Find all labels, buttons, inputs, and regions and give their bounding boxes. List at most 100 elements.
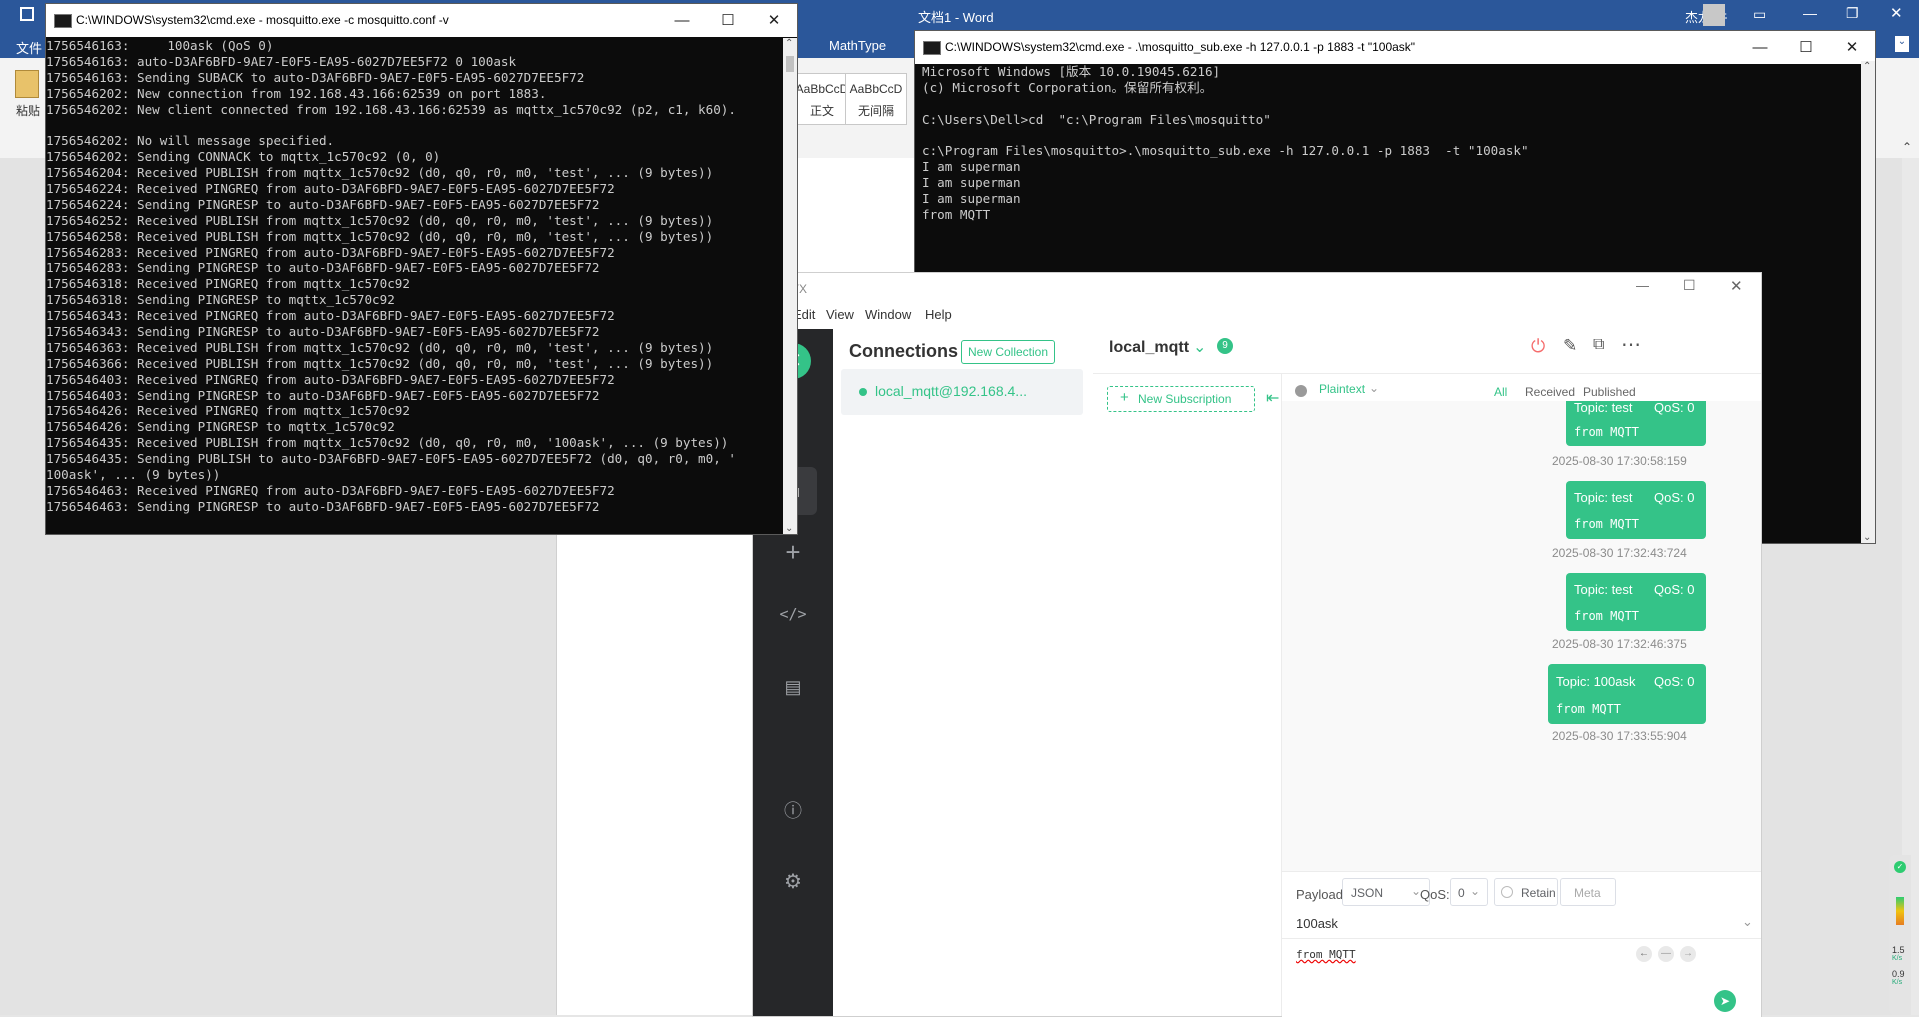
publish-area: Payload: JSON ⌄ QoS: 0 ⌄ Retain Meta 100… <box>1282 871 1761 1017</box>
close-icon[interactable]: ✕ <box>1730 277 1743 295</box>
paste-icon[interactable] <box>15 70 39 98</box>
minimize-icon[interactable]: — <box>1737 31 1783 64</box>
history-back-icon[interactable]: ← <box>1636 946 1652 962</box>
upload-unit: K/s <box>1892 955 1903 962</box>
message-payload: from MQTT <box>1574 517 1640 531</box>
log-icon[interactable]: ▤ <box>753 677 833 698</box>
disconnect-icon[interactable]: ⏻ <box>1531 336 1545 357</box>
message-bubble[interactable]: Topic: 100ask QoS: 0 from MQTT <box>1548 664 1706 724</box>
message-qos: QoS: 0 <box>1654 401 1695 415</box>
about-icon[interactable]: ⓘ <box>753 797 833 823</box>
ribbon-display-icon[interactable]: ▭ <box>1753 6 1766 23</box>
meta-button[interactable]: Meta <box>1560 878 1616 906</box>
chevrons-down-icon[interactable]: ⌄ <box>1193 337 1206 357</box>
download-unit: K/s <box>1892 979 1903 986</box>
style-no-spacing[interactable]: AaBbCcD 无间隔 <box>845 73 907 125</box>
close-icon[interactable]: ✕ <box>1890 4 1903 22</box>
scroll-thumb[interactable] <box>786 56 794 72</box>
minimize-icon[interactable]: — <box>1803 5 1817 21</box>
cmd-output[interactable]: 1756546163: 100ask (QoS 0) 1756546163: au… <box>46 38 783 534</box>
connection-detail: local_mqtt ⌄ 9 ⏻ ✎ ⧉ ⋯ + New Subscriptio… <box>1093 329 1761 1017</box>
console-line: 1756546318: Received PINGREQ from mqttx_… <box>46 276 410 292</box>
history-forward-icon[interactable]: → <box>1680 946 1696 962</box>
payload-format-select[interactable]: Plaintext <box>1319 382 1365 396</box>
menu-window[interactable]: Window <box>865 307 911 322</box>
publish-topic-input[interactable]: 100ask <box>1296 916 1338 931</box>
message-time: 2025-08-30 17:32:43:724 <box>1552 546 1687 560</box>
qos-select[interactable]: 0 ⌄ <box>1450 878 1488 906</box>
connection-item[interactable]: local_mqtt@192.168.4... <box>841 369 1083 415</box>
scroll-up-icon[interactable]: ⌃ <box>1863 61 1871 72</box>
message-qos: QoS: 0 <box>1654 582 1695 597</box>
edit-icon[interactable]: ✎ <box>1563 336 1577 356</box>
ribbon-collapse-icon[interactable]: ⌃ <box>1902 140 1912 154</box>
message-list[interactable]: Topic: test QoS: 0 from MQTT 2025-08-30 … <box>1282 401 1761 871</box>
divider <box>1093 373 1761 374</box>
maximize-icon[interactable]: ☐ <box>1783 31 1829 64</box>
console-line: from MQTT <box>922 207 991 223</box>
cmd-window-broker[interactable]: C:\WINDOWS\system32\cmd.exe - mosquitto.… <box>45 3 798 535</box>
maximize-icon[interactable]: ☐ <box>705 4 751 37</box>
minimize-icon[interactable]: — <box>659 4 705 37</box>
message-payload: from MQTT <box>1574 425 1640 439</box>
message-bubble[interactable]: Topic: test QoS: 0 from MQTT <box>1566 481 1706 539</box>
style-name: 正文 <box>809 104 834 118</box>
add-connection-icon[interactable]: + <box>753 537 833 568</box>
filter-all[interactable]: All <box>1494 385 1507 399</box>
scroll-down-icon[interactable]: ⌄ <box>1863 532 1871 543</box>
menu-view[interactable]: View <box>826 307 854 322</box>
tab-file[interactable]: 文件 <box>16 38 42 57</box>
payload-type-select[interactable]: JSON ⌄ <box>1342 878 1430 906</box>
console-line: 1756546363: Received PUBLISH from mqttx_… <box>46 339 714 355</box>
new-subscription-button[interactable]: + New Subscription <box>1107 386 1255 412</box>
message-topic: Topic: test <box>1574 490 1633 505</box>
chevron-down-icon[interactable]: ⌄ <box>1742 914 1753 930</box>
message-count-badge: 9 <box>1217 338 1233 354</box>
console-line: 1756546463: Sending PINGRESP to auto-D3A… <box>46 498 600 514</box>
collapse-subscriptions-icon[interactable]: ⇤ <box>1266 388 1279 408</box>
collapse-ribbon-icon[interactable]: ⌄ <box>1895 36 1909 52</box>
cmd-titlebar[interactable]: C:\WINDOWS\system32\cmd.exe - mosquitto.… <box>46 4 797 37</box>
menu-help[interactable]: Help <box>925 307 952 322</box>
cmd-title: C:\WINDOWS\system32\cmd.exe - mosquitto.… <box>76 13 449 27</box>
style-normal[interactable]: AaBbCcD 正文 <box>791 73 853 125</box>
new-collection-button[interactable]: New Collection <box>961 340 1056 364</box>
tab-mathtype[interactable]: MathType <box>829 38 886 53</box>
new-window-icon[interactable]: ⧉ <box>1593 336 1604 354</box>
minimize-icon[interactable]: — <box>1636 278 1649 293</box>
history-clear-icon[interactable]: — <box>1658 946 1674 962</box>
cmd-scrollbar[interactable]: ⌃ ⌄ <box>783 38 797 534</box>
paste-label[interactable]: 粘贴 <box>16 102 40 119</box>
publish-payload-input[interactable]: from MQTT <box>1296 948 1356 961</box>
cmd-scrollbar[interactable]: ⌃ ⌄ <box>1861 61 1875 543</box>
send-icon[interactable]: ➤ <box>1714 990 1736 1012</box>
filter-published[interactable]: Published <box>1583 385 1636 399</box>
scroll-down-icon[interactable]: ⌄ <box>785 523 793 534</box>
avatar[interactable] <box>1703 4 1725 26</box>
restore-icon[interactable]: ❐ <box>1846 5 1859 22</box>
script-icon[interactable]: </> <box>753 605 833 623</box>
cmd-titlebar[interactable]: C:\WINDOWS\system32\cmd.exe - .\mosquitt… <box>915 31 1875 64</box>
chevron-down-icon[interactable]: ⌄ <box>1369 381 1379 395</box>
close-icon[interactable]: ✕ <box>1829 31 1875 64</box>
retain-radio-icon <box>1501 886 1513 898</box>
message-bubble[interactable]: Topic: test QoS: 0 from MQTT <box>1566 573 1706 631</box>
scroll-up-icon[interactable]: ⌃ <box>785 38 793 49</box>
console-line: c:\Program Files\mosquitto>.\mosquitto_s… <box>922 143 1529 159</box>
retain-toggle[interactable]: Retain <box>1494 878 1558 906</box>
filter-received[interactable]: Received <box>1525 385 1575 399</box>
network-monitor-widget[interactable]: ✓ 1.5 K/s 0.9 K/s <box>1889 855 1911 1015</box>
message-qos: QoS: 0 <box>1654 674 1695 689</box>
save-icon[interactable] <box>20 7 34 21</box>
message-time: 2025-08-30 17:33:55:904 <box>1552 729 1687 743</box>
connections-panel: Connections New Collection local_mqtt@19… <box>833 329 1094 1016</box>
settings-icon[interactable]: ⚙ <box>753 869 833 894</box>
mqttx-titlebar[interactable]: MQTTX — ☐ ✕ <box>753 273 1761 303</box>
maximize-icon[interactable]: ☐ <box>1683 277 1696 294</box>
message-time: 2025-08-30 17:30:58:159 <box>1552 454 1687 468</box>
close-icon[interactable]: ✕ <box>751 4 797 37</box>
message-bubble[interactable]: Topic: test QoS: 0 from MQTT <box>1566 401 1706 446</box>
mqttx-window[interactable]: MQTTX — ☐ ✕ Edit View Window Help ✕ ⧉ + … <box>752 272 1762 1017</box>
more-icon[interactable]: ⋯ <box>1621 332 1641 357</box>
